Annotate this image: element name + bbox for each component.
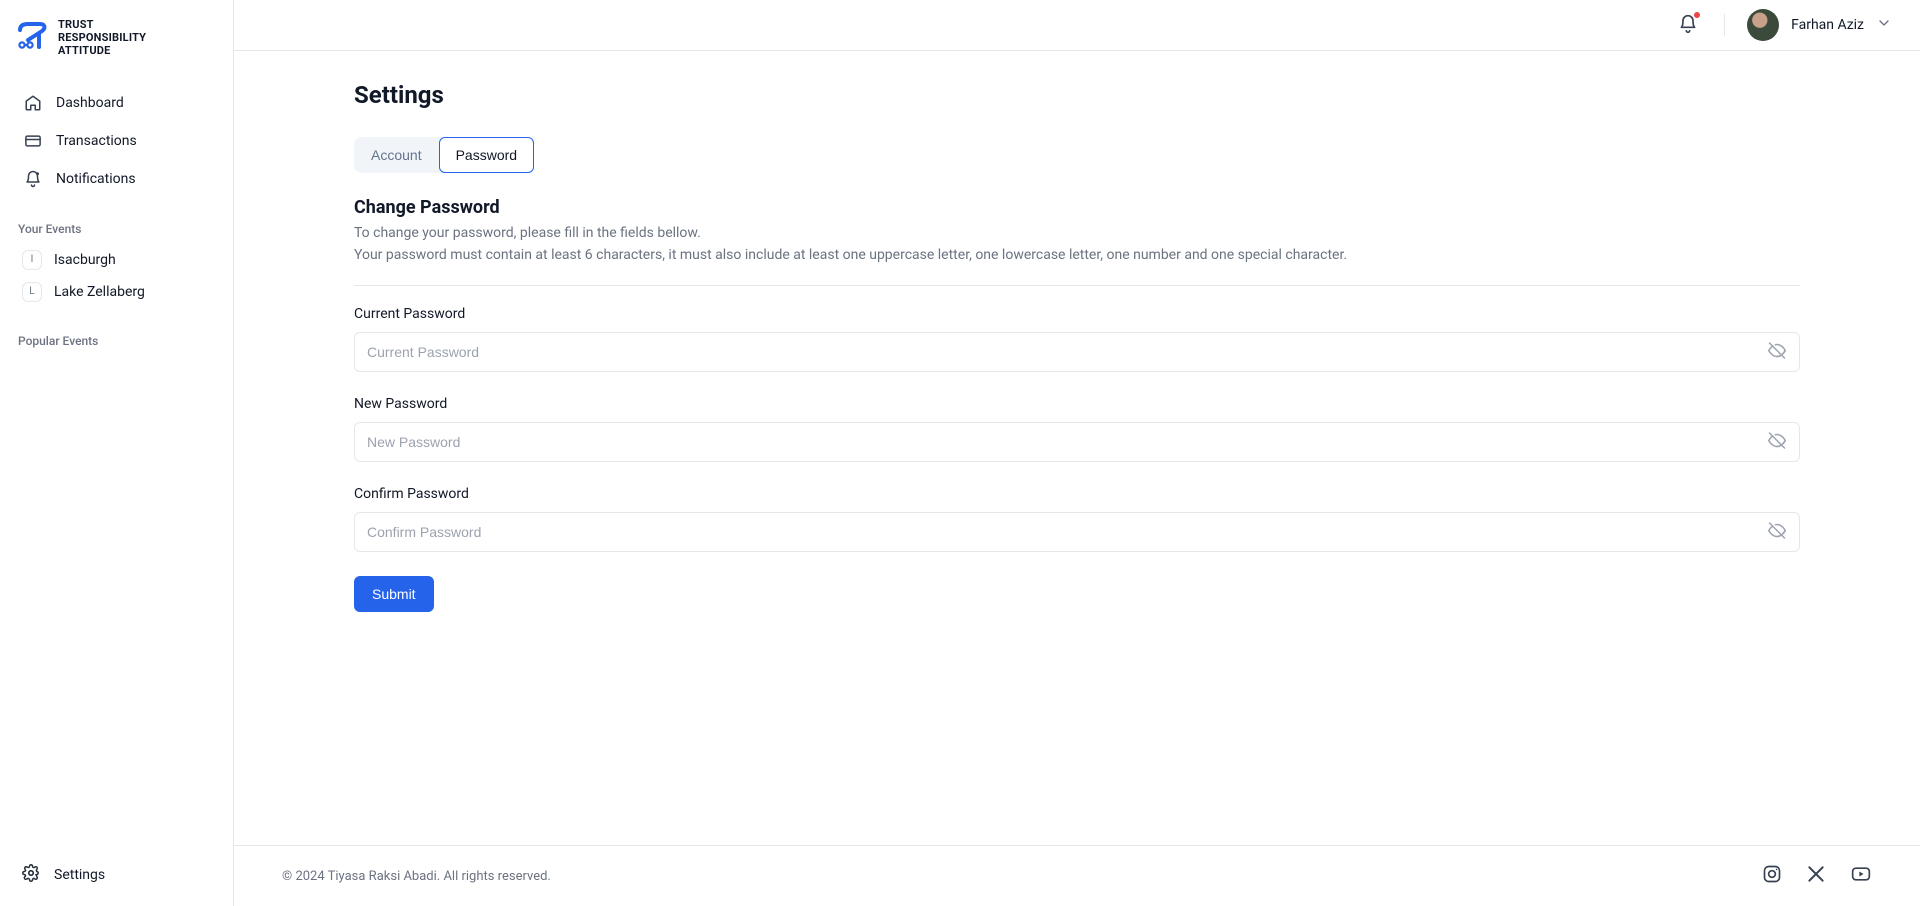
current-password-label: Current Password xyxy=(354,306,1800,322)
avatar xyxy=(1747,9,1779,41)
instagram-icon xyxy=(1762,864,1782,888)
sidebar-item-notifications[interactable]: Notifications xyxy=(18,162,219,196)
home-icon xyxy=(24,94,42,112)
social-links xyxy=(1762,864,1872,888)
sidebar-item-settings[interactable]: Settings xyxy=(18,856,219,894)
tab-account[interactable]: Account xyxy=(354,137,439,173)
youtube-link[interactable] xyxy=(1850,864,1872,888)
copyright-text: © 2024 Tiyasa Raksi Abadi. All rights re… xyxy=(282,869,551,884)
your-events-heading: Your Events xyxy=(18,222,219,236)
tab-password[interactable]: Password xyxy=(439,137,534,173)
notification-dot-icon xyxy=(1694,12,1700,18)
sidebar-item-dashboard[interactable]: Dashboard xyxy=(18,86,219,120)
x-link[interactable] xyxy=(1806,864,1826,888)
submit-button[interactable]: Submit xyxy=(354,576,434,612)
event-label: Lake Zellaberg xyxy=(54,284,145,300)
divider xyxy=(354,285,1800,286)
topbar: Farhan Aziz xyxy=(234,0,1920,51)
user-menu[interactable]: Farhan Aziz xyxy=(1747,9,1892,41)
divider xyxy=(1724,14,1725,36)
sidebar-item-label: Dashboard xyxy=(56,95,124,111)
toggle-visibility-button[interactable] xyxy=(1764,517,1790,546)
primary-nav: Dashboard Transactions Notifications xyxy=(18,86,219,196)
sidebar-item-transactions[interactable]: Transactions xyxy=(18,124,219,158)
brand-line-2: RESPONSIBILITY xyxy=(58,31,146,44)
x-icon xyxy=(1806,864,1826,888)
form-description-line-1: To change your password, please fill in … xyxy=(354,222,1800,244)
your-events-list: I Isacburgh L Lake Zellaberg xyxy=(18,244,219,308)
toggle-visibility-button[interactable] xyxy=(1764,427,1790,456)
toggle-visibility-button[interactable] xyxy=(1764,337,1790,366)
confirm-password-label: Confirm Password xyxy=(354,486,1800,502)
brand-line-3: ATTITUDE xyxy=(58,44,146,57)
footer: © 2024 Tiyasa Raksi Abadi. All rights re… xyxy=(234,845,1920,906)
current-password-input[interactable] xyxy=(354,332,1800,372)
eye-off-icon xyxy=(1768,521,1786,542)
change-password-form: Change Password To change your password,… xyxy=(354,197,1800,612)
brand: TRUST RESPONSIBILITY ATTITUDE xyxy=(18,18,219,58)
sidebar-item-label: Notifications xyxy=(56,171,136,187)
eye-off-icon xyxy=(1768,341,1786,362)
confirm-password-input[interactable] xyxy=(354,512,1800,552)
brand-text: TRUST RESPONSIBILITY ATTITUDE xyxy=(58,18,146,58)
event-label: Isacburgh xyxy=(54,252,116,268)
brand-line-1: TRUST xyxy=(58,18,146,31)
form-heading: Change Password xyxy=(354,197,1800,218)
card-icon xyxy=(24,132,42,150)
event-item[interactable]: L Lake Zellaberg xyxy=(18,276,219,308)
new-password-input[interactable] xyxy=(354,422,1800,462)
instagram-link[interactable] xyxy=(1762,864,1782,888)
sidebar-item-label: Transactions xyxy=(56,133,137,149)
form-description-line-2: Your password must contain at least 6 ch… xyxy=(354,244,1800,266)
event-avatar: I xyxy=(22,250,42,270)
settings-tabs: Account Password xyxy=(354,137,534,173)
eye-off-icon xyxy=(1768,431,1786,452)
popular-events-heading: Popular Events xyxy=(18,334,219,348)
gear-icon xyxy=(22,864,40,886)
sidebar-item-label: Settings xyxy=(54,867,105,883)
bell-dot-icon xyxy=(24,170,42,188)
event-item[interactable]: I Isacburgh xyxy=(18,244,219,276)
event-avatar: L xyxy=(22,282,42,302)
page-title: Settings xyxy=(354,81,1800,109)
content: Settings Account Password Change Passwor… xyxy=(234,51,1920,845)
notifications-button[interactable] xyxy=(1674,10,1702,41)
user-name: Farhan Aziz xyxy=(1791,17,1864,33)
sidebar: TRUST RESPONSIBILITY ATTITUDE Dashboard … xyxy=(0,0,234,906)
new-password-label: New Password xyxy=(354,396,1800,412)
chevron-down-icon xyxy=(1876,15,1892,35)
brand-logo-icon xyxy=(18,22,48,54)
youtube-icon xyxy=(1850,864,1872,888)
